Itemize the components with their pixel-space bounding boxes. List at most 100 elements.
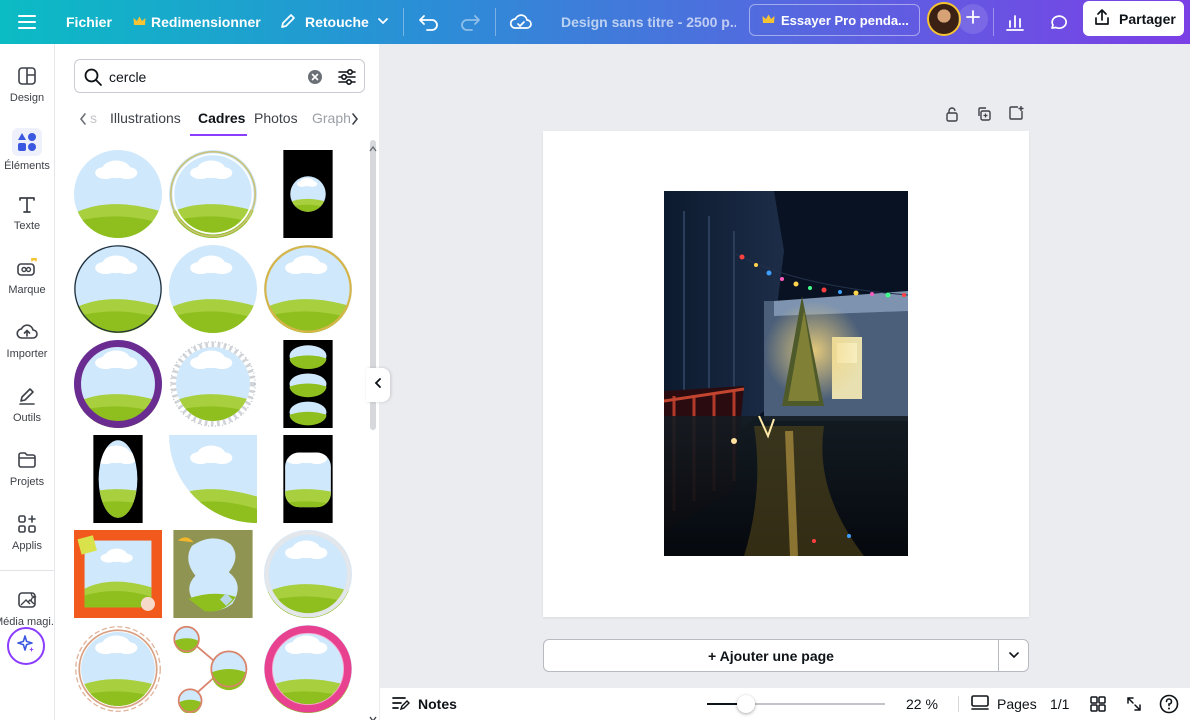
active-tab-indicator xyxy=(190,134,247,136)
chevron-down-icon xyxy=(1008,648,1020,664)
pages-button[interactable]: Pages xyxy=(971,688,1037,720)
frame-circle[interactable] xyxy=(74,150,162,238)
fullscreen-icon[interactable] xyxy=(1126,688,1142,720)
divider xyxy=(495,8,496,36)
chevron-left-icon[interactable] xyxy=(78,112,88,129)
try-pro-label: Essayer Pro penda... xyxy=(781,12,909,28)
bottom-status-bar: Notes 22 % Pages 1/1 xyxy=(380,688,1190,720)
scroll-down-icon[interactable] xyxy=(368,710,378,720)
crown-icon xyxy=(762,13,775,28)
rail-item-text[interactable]: Texte xyxy=(0,192,54,232)
scroll-up-icon[interactable] xyxy=(368,140,378,158)
chevron-left-icon xyxy=(373,376,383,394)
rail-item-label: Design xyxy=(9,92,45,104)
elements-panel: s Illustrations Cadres Photos Graph xyxy=(54,44,379,720)
add-page-button[interactable]: + Ajouter une page xyxy=(544,640,999,671)
rail-item-tools[interactable]: Outils xyxy=(0,384,54,424)
insights-chart-icon[interactable] xyxy=(1005,0,1025,44)
comment-icon[interactable] xyxy=(1048,0,1068,44)
share-button[interactable]: Partager xyxy=(1083,1,1184,36)
magic-media-icon xyxy=(15,588,39,612)
resize-button[interactable]: Redimensionner xyxy=(133,0,261,44)
plus-icon xyxy=(966,9,980,29)
top-toolbar: Fichier Redimensionner Retouche Design s… xyxy=(0,0,1190,44)
frame-circle-plain[interactable] xyxy=(169,245,257,333)
zoom-level[interactable]: 22 % xyxy=(906,688,938,720)
search-input[interactable] xyxy=(109,67,299,87)
try-pro-button[interactable]: Essayer Pro penda... xyxy=(749,4,920,36)
notes-label: Notes xyxy=(418,696,457,712)
rail-item-design[interactable]: Design xyxy=(0,64,54,104)
zoom-value: 22 % xyxy=(906,696,938,712)
zoom-slider-thumb[interactable] xyxy=(737,695,755,713)
left-navigation-rail: Design Éléments Texte Marque Importer Ou… xyxy=(0,44,60,720)
undo-icon[interactable] xyxy=(418,0,440,44)
tab-photos[interactable]: Photos xyxy=(254,110,298,126)
frame-circle-gold-outline[interactable] xyxy=(169,150,257,238)
frame-quarter-circle[interactable] xyxy=(169,435,257,523)
redo-icon[interactable] xyxy=(459,0,481,44)
frame-orange-square[interactable] xyxy=(74,530,162,618)
rail-item-magic-media[interactable]: Média magi... xyxy=(0,588,60,628)
frame-circle-pink-ring[interactable] xyxy=(264,625,352,713)
rail-item-elements[interactable]: Éléments xyxy=(0,128,54,172)
chevron-right-icon[interactable] xyxy=(350,112,360,129)
duplicate-page-icon[interactable] xyxy=(976,106,992,127)
tools-icon xyxy=(15,384,39,408)
rail-item-projects[interactable]: Projets xyxy=(0,448,54,488)
add-page-icon[interactable] xyxy=(1008,105,1024,126)
add-page-options-button[interactable] xyxy=(999,640,1028,671)
frame-circle-dark-outline[interactable] xyxy=(74,245,162,333)
document-title[interactable]: Design sans titre - 2500 p... xyxy=(561,0,736,44)
tab-illustrations[interactable]: Illustrations xyxy=(110,110,181,126)
frame-oval-black[interactable] xyxy=(74,435,162,523)
cloud-saved-icon[interactable] xyxy=(509,0,533,44)
rail-item-brand[interactable]: Marque xyxy=(0,256,54,296)
frame-triple-oval-black[interactable] xyxy=(264,340,352,428)
apps-icon xyxy=(15,512,39,536)
avatar[interactable] xyxy=(927,2,961,36)
zoom-slider[interactable] xyxy=(707,695,885,713)
pages-label: Pages xyxy=(997,696,1037,712)
add-collaborator-button[interactable] xyxy=(958,4,988,34)
clear-search-icon[interactable] xyxy=(307,69,323,90)
frame-circle-gold-ring[interactable] xyxy=(264,245,352,333)
rail-item-apps[interactable]: Applis xyxy=(0,512,54,552)
resize-label: Redimensionner xyxy=(151,14,261,30)
frame-rounded-rect-black[interactable] xyxy=(264,435,352,523)
tab-graphics[interactable]: Graph xyxy=(312,110,351,126)
crown-icon xyxy=(133,14,146,30)
file-menu-label: Fichier xyxy=(66,14,112,30)
add-page-label: + Ajouter une page xyxy=(708,647,834,664)
tab-previous-partial[interactable]: s xyxy=(90,110,97,126)
frame-circle-ornate-copper[interactable] xyxy=(74,625,162,713)
rail-divider xyxy=(0,570,54,571)
frame-olive-blob[interactable] xyxy=(169,530,257,618)
magic-assistant-button[interactable] xyxy=(7,627,45,665)
notes-icon xyxy=(392,695,410,714)
grid-view-icon[interactable] xyxy=(1090,688,1106,720)
filter-sliders-icon[interactable] xyxy=(337,67,357,92)
share-upload-icon xyxy=(1093,8,1111,29)
collapse-panel-button[interactable] xyxy=(366,368,390,402)
frame-circle-floral-wreath[interactable] xyxy=(169,340,257,428)
notes-button[interactable]: Notes xyxy=(392,688,457,720)
rail-item-label: Éléments xyxy=(4,160,50,172)
frame-circle-purple-ring[interactable] xyxy=(74,340,162,428)
category-tabs: s Illustrations Cadres Photos Graph xyxy=(74,104,365,138)
rail-item-label: Texte xyxy=(13,220,41,232)
lock-icon[interactable] xyxy=(944,106,960,127)
canvas-photo[interactable] xyxy=(664,191,908,556)
frame-connected-circles[interactable] xyxy=(169,625,257,714)
file-menu-button[interactable]: Fichier xyxy=(66,0,112,44)
text-icon xyxy=(15,192,39,216)
frame-circle-black-phone[interactable] xyxy=(264,150,352,238)
retouch-button[interactable]: Retouche xyxy=(279,0,389,44)
help-icon[interactable] xyxy=(1159,688,1179,720)
frame-circle-silver-ring[interactable] xyxy=(264,530,352,618)
rail-item-upload[interactable]: Importer xyxy=(0,320,54,360)
menu-icon[interactable] xyxy=(17,0,37,44)
tab-frames[interactable]: Cadres xyxy=(198,110,245,126)
search-box xyxy=(74,59,365,93)
rail-item-label: Média magi... xyxy=(0,616,61,628)
